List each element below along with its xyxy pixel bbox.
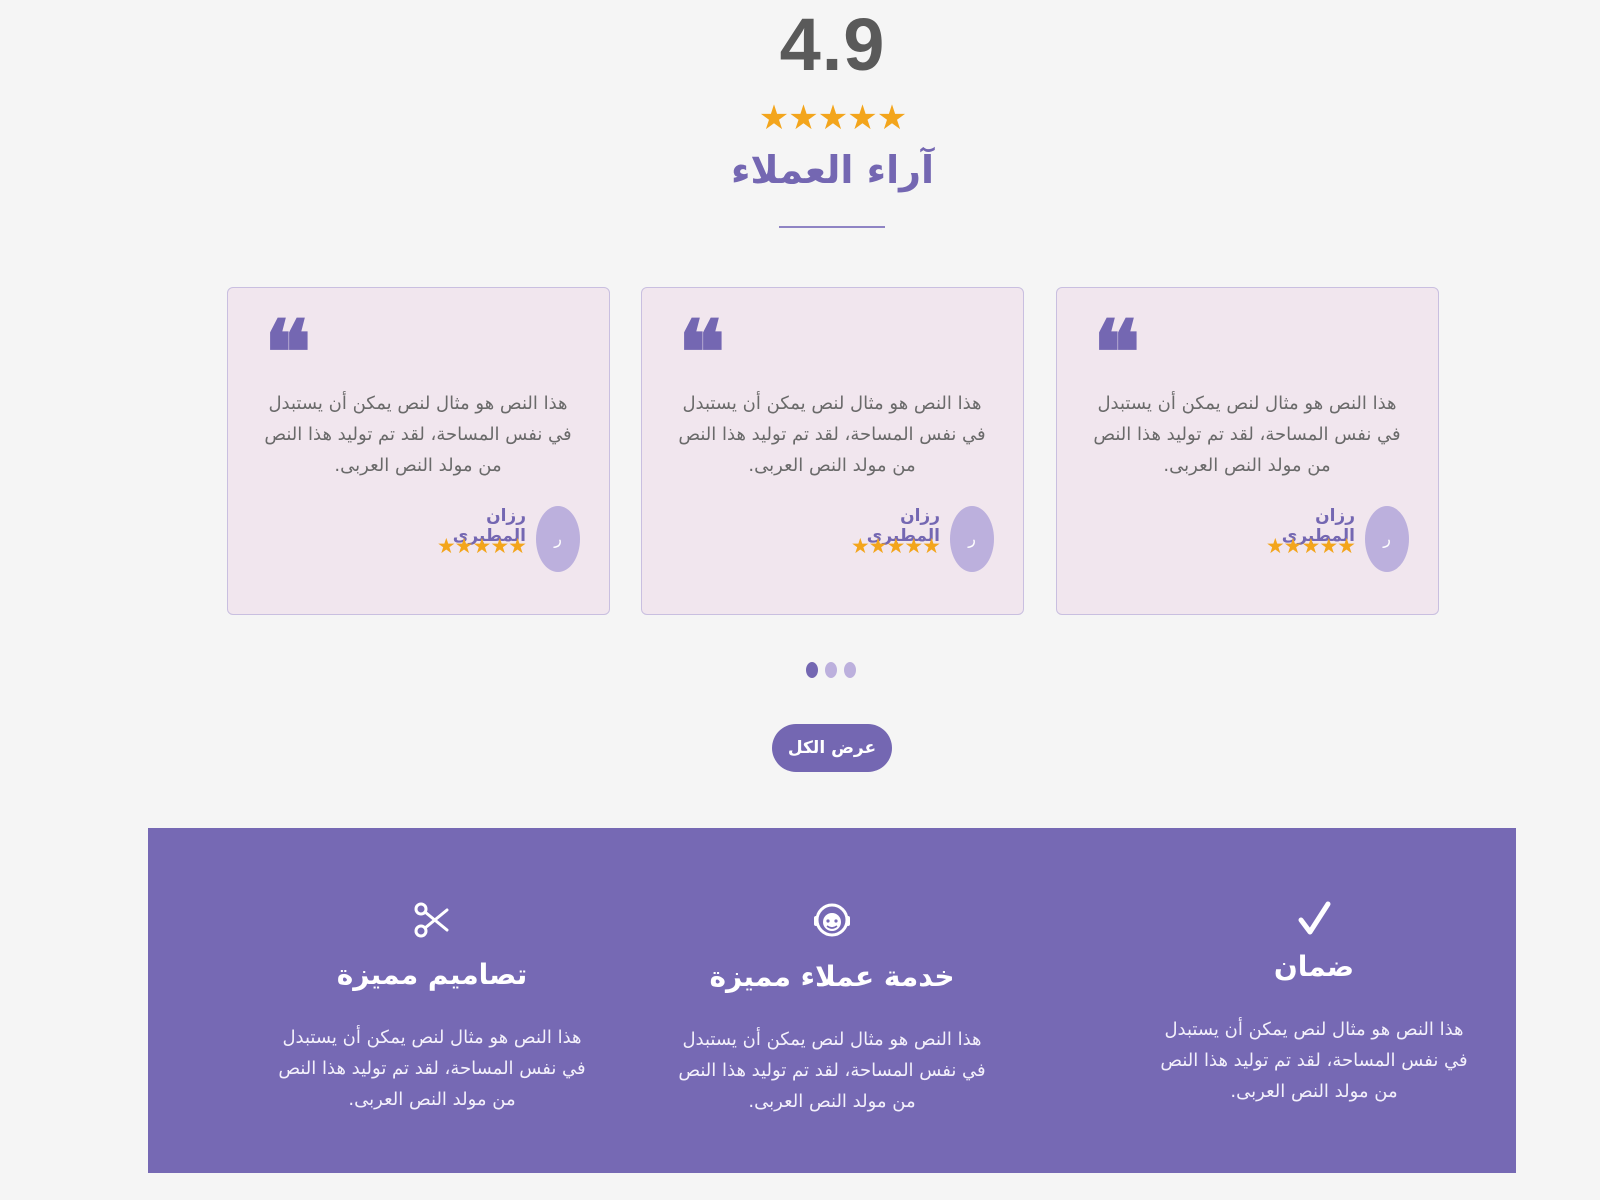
title-underline <box>779 226 885 228</box>
feature-title: ضمان <box>1273 950 1355 983</box>
avatar: ر <box>1365 506 1409 572</box>
feature-title: خدمة عملاء مميزة <box>709 960 955 993</box>
testimonial-card: ❝ هذا النص هو مثال لنص يمكن أن يستبدل في… <box>641 287 1024 615</box>
testimonial-text: هذا النص هو مثال لنص يمكن أن يستبدل في ن… <box>678 393 986 476</box>
testimonial-text: هذا النص هو مثال لنص يمكن أن يستبدل في ن… <box>264 393 572 476</box>
reviewer-stars: ★★★★★ <box>1265 534 1356 558</box>
check-icon <box>1154 898 1474 942</box>
feature-text: هذا النص هو مثال لنص يمكن أن يستبدل في ن… <box>278 1027 586 1110</box>
avatar: ر <box>536 506 580 572</box>
carousel-dot-1[interactable] <box>806 662 818 678</box>
section-title: آراء العملاء <box>730 148 935 192</box>
quote-icon: ❝ <box>264 300 312 404</box>
reviewer-stars: ★★★★★ <box>436 534 527 558</box>
testimonial-card: ❝ هذا النص هو مثال لنص يمكن أن يستبدل في… <box>227 287 610 615</box>
features-band: ضمان هذا النص هو مثال لنص يمكن أن يستبدل… <box>148 828 1516 1173</box>
quote-icon: ❝ <box>678 300 726 404</box>
scissors-icon <box>272 898 592 942</box>
view-all-button[interactable]: عرض الكل <box>772 724 892 772</box>
reviewer-stars: ★★★★★ <box>850 534 941 558</box>
avatar: ر <box>950 506 994 572</box>
quote-icon: ❝ <box>1093 300 1141 404</box>
carousel-dot-2[interactable] <box>825 662 837 678</box>
feature-title: تصاميم مميزة <box>336 958 528 991</box>
rating-score: 4.9 <box>779 3 886 86</box>
testimonial-text: هذا النص هو مثال لنص يمكن أن يستبدل في ن… <box>1093 393 1401 476</box>
carousel-dots <box>806 662 866 678</box>
testimonial-card: ❝ هذا النص هو مثال لنص يمكن أن يستبدل في… <box>1056 287 1439 615</box>
feature-text: هذا النص هو مثال لنص يمكن أن يستبدل في ن… <box>1160 1019 1468 1102</box>
page: 4.9 ★★★★★ آراء العملاء ❝ هذا النص هو مثا… <box>0 0 1600 1200</box>
feature-text: هذا النص هو مثال لنص يمكن أن يستبدل في ن… <box>678 1029 986 1112</box>
support-agent-icon <box>672 898 992 942</box>
rating-stars: ★★★★★ <box>758 98 907 138</box>
carousel-dot-3[interactable] <box>844 662 856 678</box>
